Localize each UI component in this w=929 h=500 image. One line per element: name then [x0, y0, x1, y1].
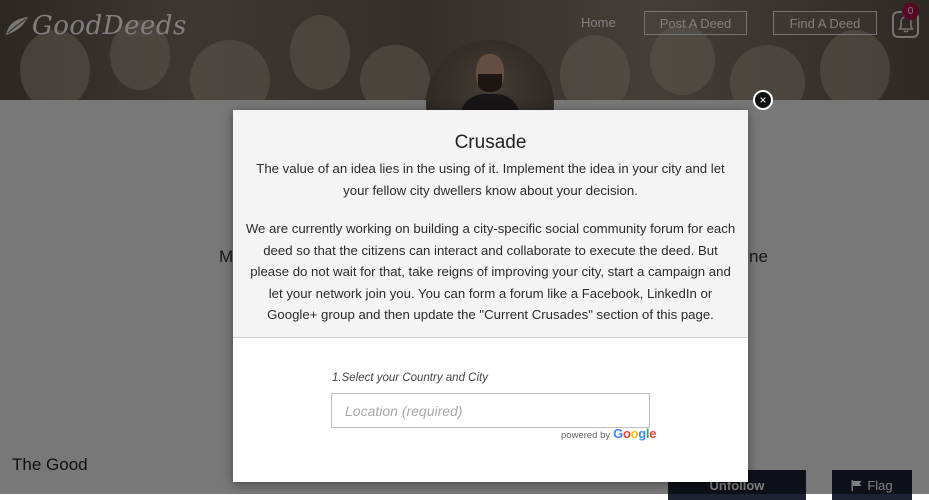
powered-by-google: powered by Google — [561, 426, 656, 441]
google-logo-icon: Google — [613, 426, 657, 441]
powered-by-text: powered by — [561, 430, 611, 441]
modal-title: Crusade — [454, 132, 527, 153]
location-input[interactable] — [331, 393, 650, 428]
modal-intro-paragraph: The value of an idea lies in the using o… — [256, 161, 725, 198]
modal-header-section: Crusade The value of an idea lies in the… — [233, 110, 748, 338]
close-modal-button[interactable]: × — [753, 90, 773, 110]
modal-info-paragraph: We are currently working on building a c… — [245, 221, 736, 322]
close-icon: × — [759, 93, 767, 107]
crusade-modal: Crusade The value of an idea lies in the… — [233, 110, 748, 482]
location-field-label: 1.Select your Country and City — [332, 372, 488, 384]
